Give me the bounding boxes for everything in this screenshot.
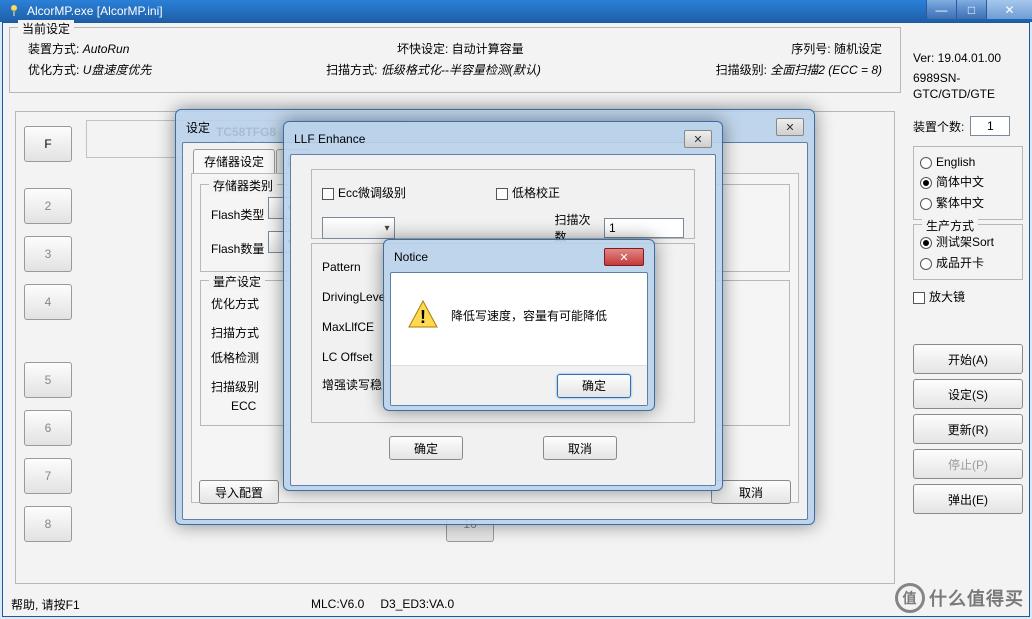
lang-zhs-radio[interactable] [920,177,932,189]
refresh-button[interactable]: 更新(R) [913,414,1023,444]
svg-text:!: ! [420,307,426,327]
notice-close-button[interactable]: ✕ [604,248,644,266]
slot-6[interactable]: 6 [24,410,72,446]
prod-card-label: 成品开卡 [936,256,984,270]
lang-en-radio[interactable] [920,157,932,169]
settings-button[interactable]: 设定(S) [913,379,1023,409]
optimize-method: 优化方式: U盘速度优先 [28,61,151,78]
flashcount-label: Flash数量 [211,242,264,256]
notice-dialog: Notice ✕ ! 降低写速度，容量有可能降低 确定 [383,239,655,411]
device-count-label: 装置个数: [913,118,964,135]
lowdet-label: 低格检测 [211,351,259,365]
prod-sort-radio[interactable] [920,237,932,249]
chipset-label: 6989SN-GTC/GTD/GTE [913,71,1023,102]
opt-label: 优化方式 [211,297,259,311]
scan-level: 扫描级别: 全面扫描2 (ECC = 8) [716,61,882,78]
window-close-button[interactable]: ✕ [986,0,1032,19]
scan-method: 扫描方式: 低级格式化--半容量检测(默认) [326,61,541,78]
prod-legend: 生产方式 [922,217,978,234]
badblock-setting: 坏快设定: 自动计算容量 [397,40,524,57]
ecc-fine-combo[interactable] [322,217,395,239]
window-min-button[interactable]: — [926,0,956,19]
slot-5[interactable]: 5 [24,362,72,398]
current-settings-legend: 当前设定 [18,20,74,37]
ecc-label: ECC [231,399,256,413]
llf-title: LLF Enhance [294,132,365,146]
import-config-button[interactable]: 导入配置 [199,480,279,504]
settings-title: 设定 [186,119,210,136]
slot-8[interactable]: 8 [24,506,72,542]
start-button[interactable]: 开始(A) [913,344,1023,374]
prod-card-radio[interactable] [920,258,932,270]
magnifier-check[interactable] [913,292,925,304]
llf-ok-button[interactable]: 确定 [389,436,463,460]
notice-title: Notice [394,250,428,264]
slot-2[interactable]: 2 [24,188,72,224]
lang-en-label: English [936,155,975,169]
settings-cancel-button[interactable]: 取消 [711,480,791,504]
notice-ok-button[interactable]: 确定 [557,374,631,398]
scan-label: 扫描方式 [211,326,259,340]
llf-close-button[interactable]: ✕ [684,130,712,148]
lang-zht-radio[interactable] [920,198,932,210]
lowcorr-check[interactable] [496,188,508,200]
status-mlc: MLC:V6.0 [311,597,364,611]
device-count-input[interactable] [970,116,1010,136]
lowcorr-label: 低格校正 [512,186,560,200]
slot-7[interactable]: 7 [24,458,72,494]
lang-zht-label: 繁体中文 [936,196,984,210]
scanlevel-label: 扫描级别 [211,380,259,394]
magnifier-label: 放大镜 [929,290,965,304]
llf-cancel-button[interactable]: 取消 [543,436,617,460]
slot-f[interactable]: F [24,126,72,162]
mp-legend: 量产设定 [209,273,265,290]
status-help: 帮助, 请按F1 [11,596,311,613]
slot-4[interactable]: 4 [24,284,72,320]
tab-memory[interactable]: 存储器设定 [193,149,275,173]
slot-3[interactable]: 3 [24,236,72,272]
settings-close-button[interactable]: ✕ [776,118,804,136]
memory-legend: 存储器类别 [209,177,277,194]
prod-sort-label: 测试架Sort [936,235,994,249]
notice-message: 降低写速度，容量有可能降低 [451,307,607,324]
version-label: Ver: 19.04.01.00 [913,51,1023,65]
watermark: 值 什么值得买 [895,583,1024,613]
stop-button[interactable]: 停止(P) [913,449,1023,479]
flashtype-label: Flash类型 [211,208,264,222]
app-icon [6,3,22,19]
ecc-fine-label: Ecc微调级别 [338,186,406,200]
window-max-button[interactable]: □ [956,0,986,19]
warning-icon: ! [407,299,439,331]
app-title: AlcorMP.exe [AlcorMP.ini] [27,4,163,18]
ecc-fine-check[interactable] [322,188,334,200]
install-method: 装置方式: AutoRun [28,40,129,57]
serial-setting: 序列号: 随机设定 [791,40,882,57]
lang-zhs-label: 简体中文 [936,175,984,189]
scan-times-input[interactable] [604,218,684,238]
eject-button[interactable]: 弹出(E) [913,484,1023,514]
status-d3: D3_ED3:VA.0 [380,597,454,611]
